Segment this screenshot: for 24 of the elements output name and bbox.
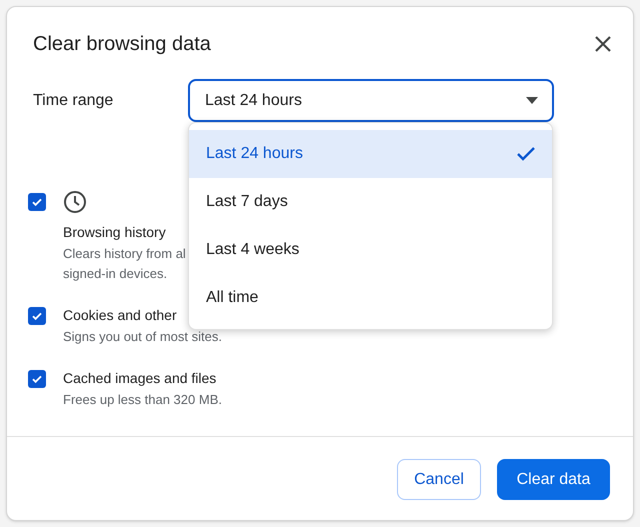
- time-range-label: Time range: [33, 90, 114, 110]
- option-description: Frees up less than 320 MB.: [63, 391, 222, 409]
- clock-icon: [63, 190, 87, 214]
- checkmark-icon: [31, 310, 43, 322]
- checkbox[interactable]: [28, 307, 46, 325]
- option-label: Cookies and other: [63, 306, 178, 324]
- option-label: Cached images and files: [63, 369, 218, 387]
- checkmark-icon: [31, 196, 43, 208]
- cancel-button[interactable]: Cancel: [397, 459, 481, 500]
- option-label: Browsing history: [63, 223, 167, 241]
- dropdown-option[interactable]: Last 4 weeks: [189, 226, 552, 274]
- checkmark-icon: [31, 373, 43, 385]
- checkbox[interactable]: [28, 193, 46, 211]
- option-description: Signs you out of most sites.: [63, 328, 222, 346]
- clear-data-button[interactable]: Clear data: [497, 459, 610, 500]
- caret-icon: [526, 97, 538, 104]
- checkbox[interactable]: [28, 370, 46, 388]
- dropdown-option[interactable]: Last 24 hours: [189, 130, 552, 178]
- time-range-select[interactable]: Last 24 hours: [188, 79, 554, 122]
- dialog-title: Clear browsing data: [33, 32, 211, 57]
- checkmark-icon: [516, 146, 536, 162]
- dropdown-option[interactable]: All time: [189, 274, 552, 322]
- dropdown-option[interactable]: Last 7 days: [189, 178, 552, 226]
- option-description: Clears history from al signed-in devices.: [63, 245, 186, 283]
